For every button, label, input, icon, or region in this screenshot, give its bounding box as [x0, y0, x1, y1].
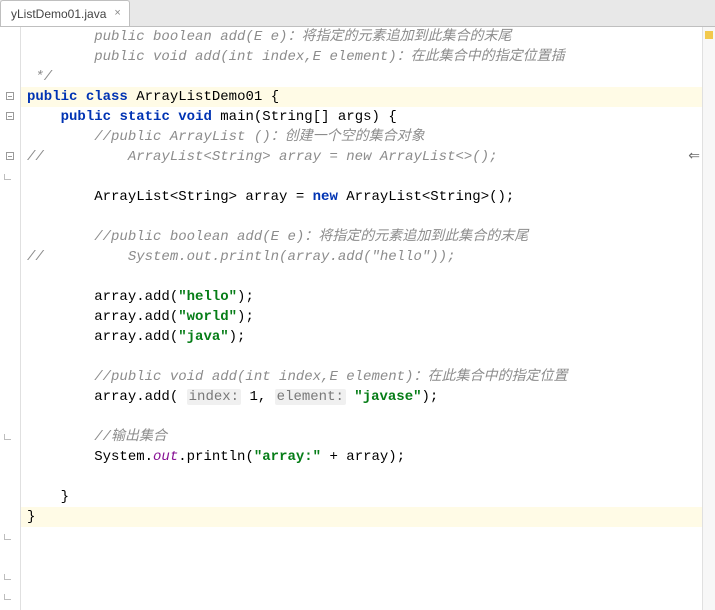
code-text: ); — [237, 289, 254, 305]
code-text: ); — [237, 309, 254, 325]
comment-slash: // — [27, 149, 44, 165]
code-line[interactable]: //public boolean add(E e)：将指定的元素追加到此集合的末… — [21, 227, 702, 247]
overview-ruler[interactable] — [702, 27, 715, 610]
param-hint: index: — [187, 389, 241, 405]
code-text: System. — [27, 449, 153, 465]
keyword: new — [313, 189, 338, 205]
code-editor[interactable]: public boolean add(E e)：将指定的元素追加到此集合的末尾 … — [0, 27, 715, 610]
code-text: array.add( — [27, 389, 187, 405]
comment-text: //public ArrayList ()：创建一个空的集合对象 — [27, 129, 425, 145]
code-text: ArrayList<String>(); — [338, 189, 514, 205]
code-line[interactable]: //public ArrayList ()：创建一个空的集合对象 — [21, 127, 702, 147]
comment-text: System.out.println(array.add("hello")); — [44, 249, 456, 265]
class-name: ArrayListDemo01 — [136, 89, 262, 105]
comment-text: //public void add(int index,E element)：在… — [27, 369, 567, 385]
string-literal: "javase" — [354, 389, 421, 405]
code-line[interactable]: public class ArrayListDemo01 { — [21, 87, 702, 107]
keyword: void — [178, 109, 212, 125]
code-text: (String[] args) { — [254, 109, 397, 125]
code-area[interactable]: public boolean add(E e)：将指定的元素追加到此集合的末尾 … — [21, 27, 702, 610]
keyword: public — [27, 89, 77, 105]
string-literal: "java" — [178, 329, 228, 345]
string-literal: "hello" — [178, 289, 237, 305]
code-line[interactable]: //public void add(int index,E element)：在… — [21, 367, 702, 387]
static-field: out — [153, 449, 178, 465]
code-text: array.add( — [27, 309, 178, 325]
fold-icon[interactable] — [6, 112, 14, 120]
string-literal: "array:" — [254, 449, 321, 465]
keyword: public — [61, 109, 111, 125]
code-line[interactable] — [21, 167, 702, 187]
code-text: ArrayList<String> array = — [27, 189, 313, 205]
gutter-mark-icon — [4, 574, 11, 580]
comment-text: public boolean add(E e)：将指定的元素追加到此集合的末尾 — [27, 29, 511, 45]
code-text: ); — [422, 389, 439, 405]
comment-text: public void add(int index,E element)：在此集… — [27, 49, 565, 65]
comment-text: //输出集合 — [27, 429, 167, 445]
code-line[interactable]: // ArrayList<String> array = new ArrayLi… — [21, 147, 702, 167]
comment-text: */ — [27, 69, 52, 85]
code-line[interactable]: ArrayList<String> array = new ArrayList<… — [21, 187, 702, 207]
keyword: static — [119, 109, 169, 125]
code-text: .println( — [178, 449, 254, 465]
code-line[interactable] — [21, 347, 702, 367]
code-line[interactable]: System.out.println("array:" + array); — [21, 447, 702, 467]
method-name: main — [220, 109, 254, 125]
warning-marker-icon[interactable] — [705, 31, 713, 39]
code-line[interactable] — [21, 207, 702, 227]
code-text: array.add( — [27, 289, 178, 305]
tab-filename: yListDemo01.java — [11, 7, 106, 21]
code-line[interactable]: } — [21, 507, 702, 527]
brace: { — [271, 89, 279, 105]
brace: } — [27, 489, 69, 505]
code-line[interactable]: public static void main(String[] args) { — [21, 107, 702, 127]
param-hint: element: — [275, 389, 346, 405]
editor-tab-bar: yListDemo01.java × — [0, 0, 715, 27]
code-text: ); — [229, 329, 246, 345]
code-line[interactable] — [21, 467, 702, 487]
comment-text: //public boolean add(E e)：将指定的元素追加到此集合的末… — [27, 229, 528, 245]
gutter-mark-icon — [4, 434, 11, 440]
brace: } — [27, 509, 35, 525]
code-line[interactable]: // System.out.println(array.add("hello")… — [21, 247, 702, 267]
code-text: 1, — [241, 389, 275, 405]
fold-icon[interactable] — [6, 152, 14, 160]
gutter — [0, 27, 21, 610]
code-line[interactable]: public boolean add(E e)：将指定的元素追加到此集合的末尾 — [21, 27, 702, 47]
code-line[interactable]: public void add(int index,E element)：在此集… — [21, 47, 702, 67]
comment-text: ArrayList<String> array = new ArrayList<… — [44, 149, 498, 165]
gutter-mark-icon — [4, 534, 11, 540]
code-line[interactable]: array.add( index: 1, element: "javase"); — [21, 387, 702, 407]
code-line[interactable]: array.add("java"); — [21, 327, 702, 347]
code-text: array.add( — [27, 329, 178, 345]
code-line[interactable]: array.add("world"); — [21, 307, 702, 327]
fold-icon[interactable] — [6, 92, 14, 100]
gutter-mark-icon — [4, 174, 11, 180]
comment-slash: // — [27, 249, 44, 265]
code-line[interactable] — [21, 267, 702, 287]
close-icon[interactable]: × — [114, 8, 120, 19]
string-literal: "world" — [178, 309, 237, 325]
code-line[interactable]: */ — [21, 67, 702, 87]
code-text: + array); — [321, 449, 405, 465]
editor-tab[interactable]: yListDemo01.java × — [0, 0, 130, 26]
keyword: class — [86, 89, 128, 105]
return-arrow-icon: ⇐ — [688, 147, 700, 167]
code-line[interactable]: array.add("hello"); — [21, 287, 702, 307]
code-line[interactable]: //输出集合 — [21, 427, 702, 447]
code-line[interactable]: } — [21, 487, 702, 507]
gutter-mark-icon — [4, 594, 11, 600]
code-line[interactable] — [21, 407, 702, 427]
